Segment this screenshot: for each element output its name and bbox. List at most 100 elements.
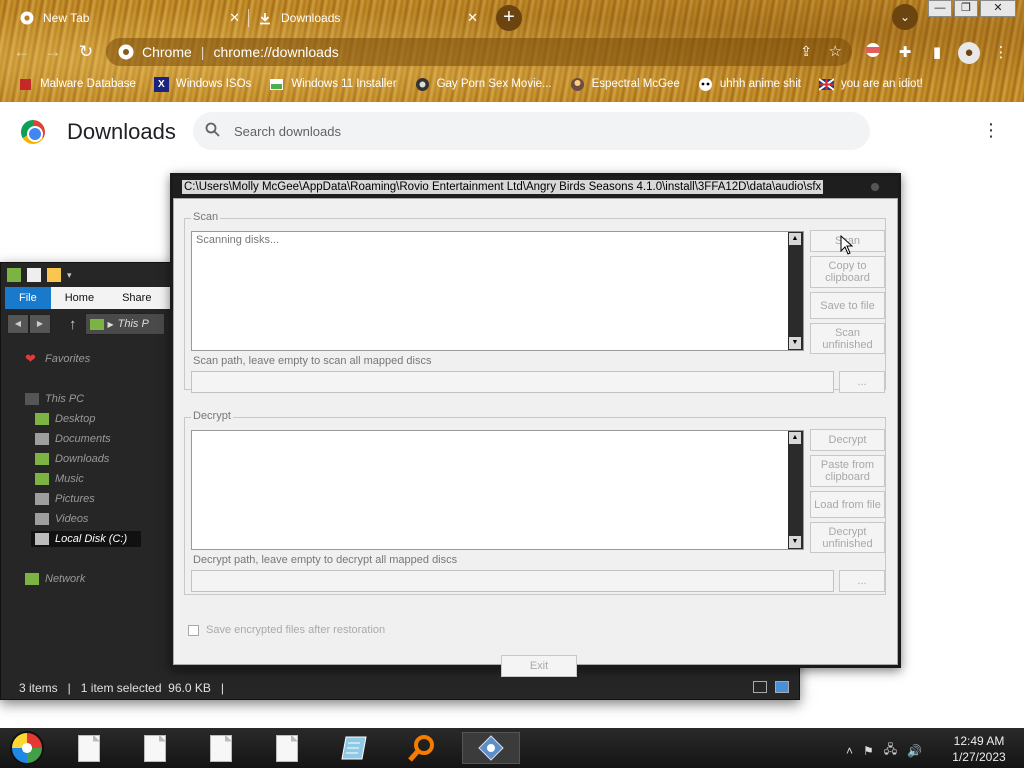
chevron-up-icon[interactable]: ˄ xyxy=(846,744,853,758)
large-icons-view-icon[interactable] xyxy=(775,681,789,693)
side-panel-icon[interactable]: ▮ xyxy=(926,42,948,64)
forward-icon[interactable]: ▶ xyxy=(29,314,51,334)
kebab-menu-icon[interactable]: ⋮ xyxy=(990,42,1012,64)
scrollbar[interactable]: ▲ ▼ xyxy=(788,431,803,549)
more-options-icon[interactable]: ⋮ xyxy=(982,120,1000,141)
tab-downloads[interactable]: Downloads ✕ xyxy=(258,4,478,32)
profile-avatar-icon[interactable]: ● xyxy=(958,42,980,64)
decrypt-unfinished-button[interactable]: Decrypt unfinished xyxy=(810,522,885,553)
new-tab-button[interactable]: + xyxy=(496,5,522,31)
folder-icon[interactable] xyxy=(7,268,21,282)
checkbox-icon[interactable] xyxy=(188,624,199,636)
explorer-address-bar[interactable]: ▶ This P xyxy=(84,313,165,335)
decrypt-button[interactable]: Decrypt xyxy=(810,429,885,451)
ribbon-tab-file[interactable]: File xyxy=(5,287,51,309)
share-icon[interactable]: ⇪ xyxy=(800,43,812,60)
bookmark-you-are-an-idiot[interactable]: you are an idiot! xyxy=(819,77,923,92)
taskbar-document-4[interactable] xyxy=(258,732,316,764)
save-encrypted-checkbox[interactable]: Save encrypted files after restoration xyxy=(188,624,385,636)
back-arrow-icon[interactable]: ← xyxy=(12,42,32,62)
bookmark-windows-11-installer[interactable]: Windows 11 Installer xyxy=(269,77,397,92)
speaker-icon[interactable]: 🔊 xyxy=(907,744,922,758)
address-text: This P xyxy=(117,318,149,330)
bookmark-espectral-mcgee[interactable]: Espectral McGee xyxy=(570,77,680,92)
copy-to-clipboard-button[interactable]: Copy to clipboard xyxy=(810,256,885,288)
scan-path-label: Scan path, leave empty to scan all mappe… xyxy=(193,355,434,367)
new-folder-icon[interactable] xyxy=(47,268,61,282)
scan-path-input[interactable] xyxy=(191,371,834,393)
bookmark-anime[interactable]: uhhh anime shit xyxy=(698,77,801,92)
start-button[interactable] xyxy=(10,731,44,765)
taskbar-decrypt-tool[interactable] xyxy=(462,732,520,764)
taskbar: ˄ ⚑ 🖧 🔊 12:49 AM 1/27/2023 xyxy=(0,728,1024,768)
decrypt-log[interactable]: ▲ ▼ xyxy=(191,430,804,550)
bookmark-label: Gay Porn Sex Movie... xyxy=(436,78,552,90)
load-from-file-button[interactable]: Load from file xyxy=(810,491,885,518)
system-tray: ˄ ⚑ 🖧 🔊 xyxy=(846,740,922,761)
tree-label: Network xyxy=(45,573,86,585)
scroll-up-icon[interactable]: ▲ xyxy=(789,233,801,245)
decrypt-tool-window: C:\Users\Molly McGee\AppData\Roaming\Rov… xyxy=(170,173,901,677)
bookmark-malware-database[interactable]: Malware Database xyxy=(18,77,136,92)
bookmark-star-icon[interactable]: ☆ xyxy=(829,42,842,60)
scroll-up-icon[interactable]: ▲ xyxy=(789,432,801,444)
tree-item-desktop[interactable]: Desktop xyxy=(35,413,95,425)
taskbar-notepad[interactable] xyxy=(326,732,384,764)
tree-item-documents[interactable]: Documents xyxy=(35,433,111,445)
up-arrow-icon[interactable]: ↑ xyxy=(69,316,77,333)
minimize-button[interactable]: — xyxy=(928,0,952,17)
paste-from-clipboard-button[interactable]: Paste from clipboard xyxy=(810,455,885,487)
quick-access-toolbar: ▾ xyxy=(7,267,72,283)
close-window-button[interactable]: ✕ xyxy=(980,0,1016,17)
tree-item-favorites[interactable]: ❤ Favorites xyxy=(25,351,90,366)
address-bar[interactable]: Chrome | chrome://downloads ⇪ ☆ xyxy=(106,38,852,66)
scan-unfinished-button[interactable]: Scan unfinished xyxy=(810,323,885,354)
url-text[interactable]: chrome://downloads xyxy=(213,44,338,60)
scrollbar[interactable]: ▲ ▼ xyxy=(788,232,803,350)
scan-log[interactable]: Scanning disks... ▲ ▼ xyxy=(191,231,804,351)
bookmark-adult-site[interactable]: Gay Porn Sex Movie... xyxy=(415,77,552,92)
details-view-icon[interactable] xyxy=(753,681,767,693)
back-icon[interactable]: ◀ xyxy=(7,314,29,334)
network-icon[interactable]: 🖧 xyxy=(884,740,897,761)
tree-item-music[interactable]: Music xyxy=(35,473,84,485)
tree-item-pictures[interactable]: Pictures xyxy=(35,493,95,505)
extension-flag-icon[interactable] xyxy=(862,42,884,64)
exit-button[interactable]: Exit xyxy=(501,655,577,677)
close-icon[interactable] xyxy=(870,182,880,192)
close-tab-icon[interactable]: ✕ xyxy=(229,10,240,26)
taskbar-document-3[interactable] xyxy=(192,732,250,764)
heart-icon: ❤ xyxy=(25,351,36,366)
forward-arrow-icon[interactable]: → xyxy=(43,42,63,62)
tree-item-videos[interactable]: Videos xyxy=(35,513,88,525)
tree-item-downloads[interactable]: Downloads xyxy=(35,453,109,465)
taskbar-document-1[interactable] xyxy=(60,732,118,764)
save-to-file-button[interactable]: Save to file xyxy=(810,292,885,319)
close-tab-icon[interactable]: ✕ xyxy=(467,10,478,26)
bookmark-windows-isos[interactable]: X Windows ISOs xyxy=(153,76,251,92)
scroll-down-icon[interactable]: ▼ xyxy=(789,536,801,548)
tab-new-tab[interactable]: New Tab ✕ xyxy=(20,4,240,32)
tree-item-local-disk[interactable]: Local Disk (C:) xyxy=(31,531,142,547)
chevron-down-icon[interactable]: ▾ xyxy=(67,270,72,281)
clock[interactable]: 12:49 AM 1/27/2023 xyxy=(944,733,1014,765)
puzzle-icon[interactable]: ✚ xyxy=(894,42,916,64)
scan-browse-button[interactable]: ... xyxy=(839,371,885,393)
scroll-down-icon[interactable]: ▼ xyxy=(789,337,801,349)
taskbar-search-app[interactable] xyxy=(393,732,451,764)
taskbar-document-2[interactable] xyxy=(126,732,184,764)
reload-icon[interactable]: ↻ xyxy=(76,42,96,62)
scan-group: Scan Scanning disks... ▲ ▼ Scan Copy to … xyxy=(184,211,886,393)
search-downloads-input[interactable]: Search downloads xyxy=(193,112,870,150)
maximize-button[interactable]: ❐ xyxy=(954,0,978,17)
flag-icon[interactable]: ⚑ xyxy=(863,744,874,758)
ribbon-tab-home[interactable]: Home xyxy=(51,287,108,309)
decrypt-browse-button[interactable]: ... xyxy=(839,570,885,592)
tree-item-network[interactable]: Network xyxy=(25,573,85,585)
decrypt-path-input[interactable] xyxy=(191,570,834,592)
ribbon-tab-share[interactable]: Share xyxy=(108,287,165,309)
chevron-down-icon[interactable]: ⌄ xyxy=(892,4,918,30)
properties-icon[interactable] xyxy=(27,268,41,282)
tree-item-this-pc[interactable]: This PC xyxy=(25,393,84,405)
x-logo-icon: X xyxy=(153,76,169,92)
